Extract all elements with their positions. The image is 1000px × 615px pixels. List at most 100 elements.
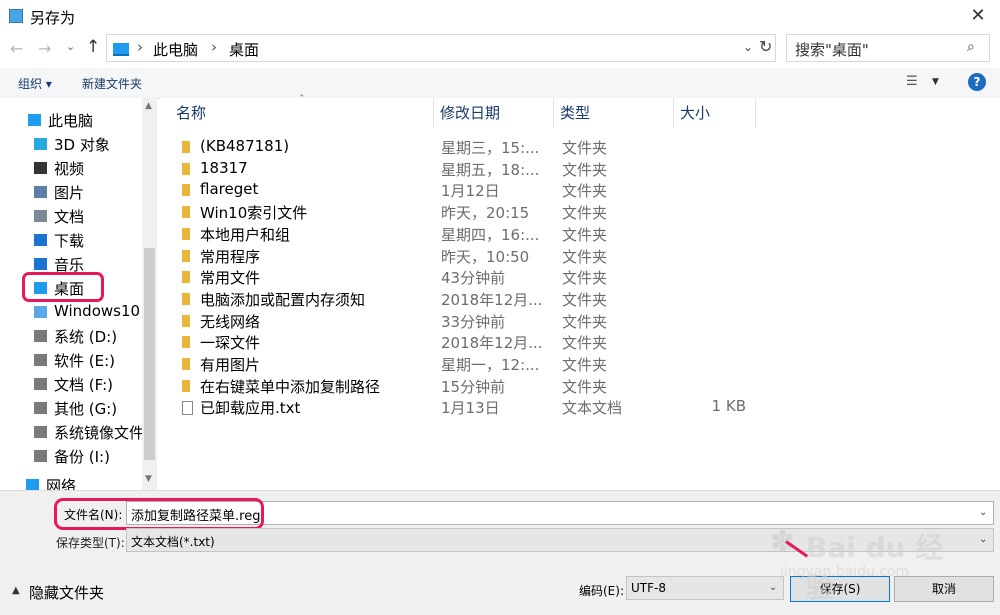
sidebar-item[interactable]: 下载 <box>0 229 142 252</box>
new-folder-button[interactable]: 新建文件夹 <box>82 75 142 92</box>
file-name: (KB487181) <box>200 137 290 155</box>
up-arrow-icon[interactable]: ↑ <box>86 37 100 57</box>
file-date: 星期一，12:... <box>441 356 540 374</box>
column-header-type[interactable]: 类型 <box>554 98 674 128</box>
drive-icon <box>34 354 47 366</box>
sidebar-item[interactable]: 软件 (E:) <box>0 349 142 372</box>
drive-icon <box>34 330 47 342</box>
table-row[interactable]: 18317 星期五，18:... 文件夹 <box>160 158 1000 180</box>
column-header-size[interactable]: 大小 <box>674 98 756 128</box>
chevron-down-icon[interactable]: ⌄ <box>979 507 987 518</box>
chevron-down-icon[interactable]: ⌄ <box>743 40 753 54</box>
sidebar-item-label: 软件 (E:) <box>54 352 116 370</box>
file-date: 星期五，18:... <box>441 160 540 179</box>
table-row[interactable]: Win10索引文件 昨天，20:15 文件夹 <box>160 201 1000 223</box>
sidebar-item[interactable]: 备份 (I:) <box>0 445 142 468</box>
collapse-triangle-icon[interactable]: ▲ <box>12 585 20 596</box>
pc-icon <box>113 43 129 56</box>
folder-icon <box>182 184 190 197</box>
file-type: 文本文档 <box>562 399 623 418</box>
sidebar-item[interactable]: 文档 <box>0 205 142 228</box>
sidebar-item-label: 文档 <box>54 208 85 226</box>
refresh-icon[interactable]: ↻ <box>759 37 772 56</box>
file-name: 常用文件 <box>200 269 261 288</box>
scroll-down-icon[interactable]: ▼ <box>145 474 152 484</box>
close-icon[interactable]: ✕ <box>968 5 988 26</box>
chevron-down-icon[interactable]: ⌄ <box>66 40 75 53</box>
file-name: 本地用户和组 <box>200 225 291 244</box>
file-date: 1月13日 <box>441 399 500 418</box>
table-row[interactable]: flareget 1月12日 文件夹 <box>160 179 1000 201</box>
search-icon[interactable]: ⌕ <box>967 39 975 55</box>
table-row[interactable]: 已卸载应用.txt 1月13日 文本文档 1 KB <box>160 396 1000 418</box>
sidebar-item-label: 视频 <box>54 160 85 178</box>
sort-ascending-icon: ⌃ <box>298 94 306 104</box>
organize-button[interactable]: 组织 ▾ <box>18 75 52 92</box>
scroll-up-icon[interactable]: ▲ <box>145 101 152 111</box>
sidebar-item[interactable]: 视频 <box>0 157 142 180</box>
file-name: flareget <box>200 180 259 199</box>
sidebar-item-label: 图片 <box>54 184 85 202</box>
table-row[interactable]: 一琛文件 2018年12月... 文件夹 <box>160 331 1000 353</box>
sidebar-item-label: 系统 (D:) <box>54 328 118 346</box>
table-row[interactable]: 常用程序 昨天，10:50 文件夹 <box>160 245 1000 267</box>
column-header-date[interactable]: 修改日期 <box>434 98 554 128</box>
view-options-icon[interactable]: ☰ <box>906 74 918 89</box>
sidebar-item[interactable]: 3D 对象 <box>0 133 142 156</box>
table-row[interactable]: 电脑添加或配置内存须知 2018年12月... 文件夹 <box>160 288 1000 310</box>
sidebar-item[interactable]: 系统镜像文件 <box>0 421 142 444</box>
breadcrumb-this-pc[interactable]: 此电脑 <box>153 39 198 60</box>
window-title: 另存为 <box>30 9 76 27</box>
file-name: 在右键菜单中添加复制路径 <box>200 377 381 396</box>
table-row[interactable]: 有用图片 星期一，12:... 文件夹 <box>160 353 1000 375</box>
sidebar-item[interactable]: 其他 (G:) <box>0 397 142 420</box>
chevron-down-icon[interactable]: ▼ <box>932 77 939 87</box>
cube-icon <box>34 138 47 150</box>
breadcrumb-desktop[interactable]: 桌面 <box>229 39 259 60</box>
table-row[interactable]: 本地用户和组 星期四，16:... 文件夹 <box>160 223 1000 245</box>
file-type: 文件夹 <box>562 334 608 353</box>
file-name: 18317 <box>200 158 248 177</box>
file-date: 昨天，20:15 <box>441 204 530 223</box>
file-size: 1 KB <box>711 397 746 416</box>
folder-icon <box>182 249 190 262</box>
chevron-right-icon[interactable]: › <box>211 38 217 56</box>
search-input[interactable]: 搜索"桌面" ⌕ <box>786 34 990 62</box>
folder-icon <box>182 314 190 327</box>
file-type: 文件夹 <box>562 290 608 309</box>
file-date: 星期四，16:... <box>441 225 540 244</box>
sidebar-item-label: 其他 (G:) <box>54 400 118 418</box>
folder-icon <box>182 358 190 370</box>
encoding-label: 编码(E): <box>579 584 624 598</box>
chevron-right-icon[interactable]: › <box>137 38 143 56</box>
sidebar-item[interactable]: 文档 (F:) <box>0 373 142 396</box>
filetype-value: 文本文档(*.txt) <box>131 535 215 549</box>
table-row[interactable]: 无线网络 33分钟前 文件夹 <box>160 310 1000 332</box>
windows-drive-icon <box>34 306 47 318</box>
sidebar-item-label: 文档 (F:) <box>54 376 113 394</box>
annotation-highlight-desktop <box>22 272 104 302</box>
help-icon[interactable]: ? <box>968 73 986 91</box>
file-type: 文件夹 <box>562 356 608 374</box>
file-type: 文件夹 <box>562 139 608 157</box>
address-bar[interactable]: › 此电脑 › 桌面 ⌄ ↻ <box>106 34 776 62</box>
sidebar-item[interactable]: 网络 <box>0 474 142 490</box>
table-row[interactable]: 常用文件 43分钟前 文件夹 <box>160 266 1000 288</box>
hide-folders-toggle[interactable]: 隐藏文件夹 <box>29 582 104 603</box>
search-placeholder: 搜索"桌面" <box>795 41 869 59</box>
forward-arrow-icon[interactable]: → <box>38 39 51 58</box>
sidebar-item[interactable]: 图片 <box>0 181 142 204</box>
encoding-select[interactable]: UTF-8 ⌄ <box>626 576 784 600</box>
sidebar-item[interactable]: Windows10 <box>0 301 142 324</box>
drive-icon <box>34 426 47 438</box>
nav-scrollbar-thumb[interactable] <box>144 248 155 460</box>
sidebar-item-label: 3D 对象 <box>54 136 110 154</box>
sidebar-item[interactable]: 此电脑 <box>0 109 142 132</box>
chevron-down-icon[interactable]: ⌄ <box>979 534 987 545</box>
back-arrow-icon[interactable]: ← <box>10 39 23 58</box>
encoding-value: UTF-8 <box>631 581 666 595</box>
file-name: 电脑添加或配置内存须知 <box>200 290 366 309</box>
table-row[interactable]: 在右键菜单中添加复制路径 15分钟前 文件夹 <box>160 375 1000 397</box>
table-row[interactable]: (KB487181) 星期三，15:... 文件夹 <box>160 136 1000 158</box>
sidebar-item[interactable]: 系统 (D:) <box>0 325 142 348</box>
